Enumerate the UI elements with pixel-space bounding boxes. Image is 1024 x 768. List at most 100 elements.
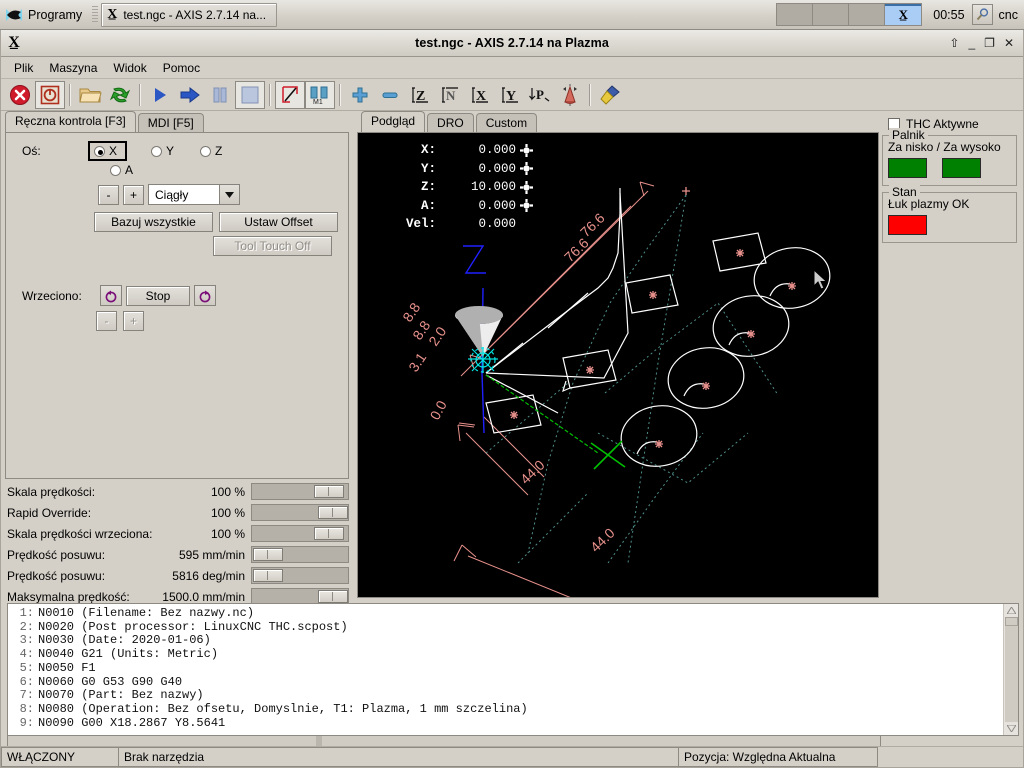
power-button[interactable] (35, 80, 65, 109)
gcode-line-text: N0050 F1 (38, 660, 96, 675)
open-file-button[interactable] (75, 81, 105, 109)
toggle-optional-stop-button[interactable]: M1 (305, 80, 335, 109)
gcode-line[interactable]: 8: N0080 (Operation: Bez ofsetu, Domysln… (12, 702, 1003, 717)
slider-value-feed-angular: 5816 deg/min (172, 568, 245, 583)
tab-custom[interactable]: Custom (475, 113, 538, 133)
slider-label-spindle-override: Skala prędkości wrzeciona: (7, 526, 153, 541)
slider-feed-linear[interactable] (251, 546, 349, 563)
workspace-pager[interactable]: X̲ (776, 3, 923, 26)
run-program-button[interactable] (145, 81, 175, 109)
window-close-button[interactable]: ✕ (1004, 36, 1014, 50)
menu-plik[interactable]: Plik (7, 59, 40, 77)
taskbar-task-label: test.ngc - AXIS 2.7.14 na... (123, 7, 267, 22)
slider-rapid-override[interactable] (251, 504, 349, 521)
gl-preview-canvas[interactable]: 76.6 76.6 8.8 8.8 2.0 3.1 0.0 44.0 44.0 (357, 132, 879, 598)
taskbar-hostname: cnc (998, 7, 1018, 22)
gcode-line-number: 6: (19, 674, 34, 689)
gcode-line[interactable]: 3: N0030 (Date: 2020-01-06) (12, 634, 1003, 648)
menu-widok[interactable]: Widok (106, 59, 153, 77)
taskbar-grip[interactable] (92, 5, 99, 24)
jog-increment-select[interactable]: Ciągły (148, 184, 240, 205)
axis-radio-z-label: Z (215, 144, 223, 158)
gcode-line[interactable]: 2: N0020 (Post processor: LinuxCNC THC.s… (12, 620, 1003, 635)
window-titlebar[interactable]: X̲ test.ngc - AXIS 2.7.14 na Plazma ⇧ _ … (1, 30, 1023, 57)
gcode-text[interactable]: 1: N0010 (Filename: Bez nazwy.nc) 2: N00… (8, 604, 1003, 735)
tab-preview[interactable]: Podgląd (361, 111, 426, 132)
dro-key-vel: Vel: (405, 217, 436, 231)
set-offset-button[interactable]: Ustaw Offset (219, 212, 338, 232)
slider-spindle-override[interactable] (251, 525, 349, 542)
spindle-stop-button[interactable]: Stop (126, 285, 190, 306)
chevron-down-icon[interactable] (219, 185, 239, 204)
torch-group: Palnik Za nisko / Za wysoko (882, 128, 1017, 186)
pause-program-button[interactable] (205, 81, 235, 109)
tab-mdi[interactable]: MDI [F5] (137, 113, 204, 133)
workspace-4-active[interactable]: X̲ (885, 4, 922, 25)
view-p-button[interactable]: P (525, 81, 555, 109)
reload-file-button[interactable] (105, 81, 135, 109)
gcode-line[interactable]: 7: N0070 (Part: Bez nazwy) (12, 689, 1003, 703)
axis-radio-x[interactable]: X (88, 141, 128, 161)
scroll-down-icon[interactable] (1005, 722, 1018, 735)
tab-dro[interactable]: DRO (427, 113, 474, 133)
slider-feed-angular[interactable] (251, 567, 349, 584)
window-maximize-button[interactable]: ❐ (984, 36, 995, 50)
view-z-button[interactable]: Z (405, 81, 435, 109)
tool-touch-off-button: Tool Touch Off (213, 236, 332, 256)
radio-dot-a (110, 164, 121, 176)
gcode-line-number: 9: (19, 715, 34, 730)
gcode-line[interactable]: 1: N0010 (Filename: Bez nazwy.nc) (12, 606, 1003, 621)
menu-pomoc[interactable]: Pomoc (156, 59, 207, 77)
gcode-line[interactable]: 6: N0060 G0 G53 G90 G40 (12, 674, 1003, 690)
homed-icon-x (516, 143, 533, 157)
home-all-button[interactable]: Bazuj wszystkie (94, 212, 213, 232)
menu-maszyna[interactable]: Maszyna (42, 59, 104, 77)
gcode-line[interactable]: 9: N0090 G00 X18.2867 Y8.5641 (12, 715, 1003, 731)
gcode-line-number: 7: (19, 688, 34, 703)
pierce-marker (649, 291, 657, 299)
gcode-line-text: N0010 (Filename: Bez nazwy.nc) (38, 606, 255, 620)
axis-radio-y[interactable]: Y (151, 144, 174, 158)
zoom-out-button[interactable] (375, 81, 405, 109)
slider-label-rapid-override: Rapid Override: (7, 505, 92, 520)
axis-radio-a[interactable]: A (110, 163, 133, 177)
workspace-2[interactable] (813, 4, 850, 25)
view-z2-button[interactable]: N (435, 81, 465, 109)
gcode-scroll-thumb[interactable] (1004, 617, 1018, 626)
gcode-listing-panel[interactable]: 1: N0010 (Filename: Bez nazwy.nc) 2: N00… (7, 603, 1019, 736)
spindle-cw-icon[interactable] (194, 285, 216, 306)
workspace-1[interactable] (777, 4, 814, 25)
estop-button[interactable] (5, 81, 35, 109)
spindle-row: Wrzeciono: Stop (22, 285, 342, 306)
start-menu-button[interactable]: Programy (0, 1, 89, 29)
toggle-cone-button[interactable] (555, 81, 585, 109)
toggle-block-delete-button[interactable] (275, 80, 305, 109)
dim-label-8: 44.0 (517, 457, 548, 488)
axis-radio-y-label: Y (166, 144, 175, 158)
magnifier-icon[interactable] (971, 4, 993, 25)
scroll-up-icon[interactable] (1005, 604, 1018, 617)
spindle-ccw-icon[interactable] (100, 285, 122, 306)
stop-program-button[interactable] (235, 80, 265, 109)
zoom-in-button[interactable] (345, 81, 375, 109)
slider-feed-override[interactable] (251, 483, 349, 500)
gcode-scroll-track[interactable] (1004, 626, 1018, 722)
tab-manual-control[interactable]: Ręczna kontrola [F3] (5, 111, 136, 132)
clear-plot-button[interactable] (595, 81, 625, 109)
axis-radio-z[interactable]: Z (200, 144, 222, 158)
main-toolbar: M1 Z N X Y P (1, 79, 1023, 111)
workspace-3[interactable] (849, 4, 886, 25)
step-program-button[interactable] (175, 81, 205, 109)
main-content-row: Ręczna kontrola [F3] MDI [F5] Oś: X Y Z … (1, 111, 1023, 605)
gcode-line[interactable]: 5: N0050 F1 (12, 660, 1003, 676)
jog-plus-button[interactable]: + (123, 184, 144, 205)
window-minimize-button[interactable]: _ (968, 36, 975, 50)
gcode-vertical-scrollbar[interactable] (1003, 604, 1018, 735)
window-shade-button[interactable]: ⇧ (949, 36, 959, 50)
taskbar-task-button[interactable]: X̲ test.ngc - AXIS 2.7.14 na... (101, 2, 278, 27)
view-x-button[interactable]: X (465, 81, 495, 109)
status-position-mode: Pozycja: Względna Aktualna (678, 747, 878, 767)
view-y-button[interactable]: Y (495, 81, 525, 109)
jog-minus-button[interactable]: - (98, 184, 119, 205)
gcode-line[interactable]: 4: N0040 G21 (Units: Metric) (12, 647, 1003, 662)
